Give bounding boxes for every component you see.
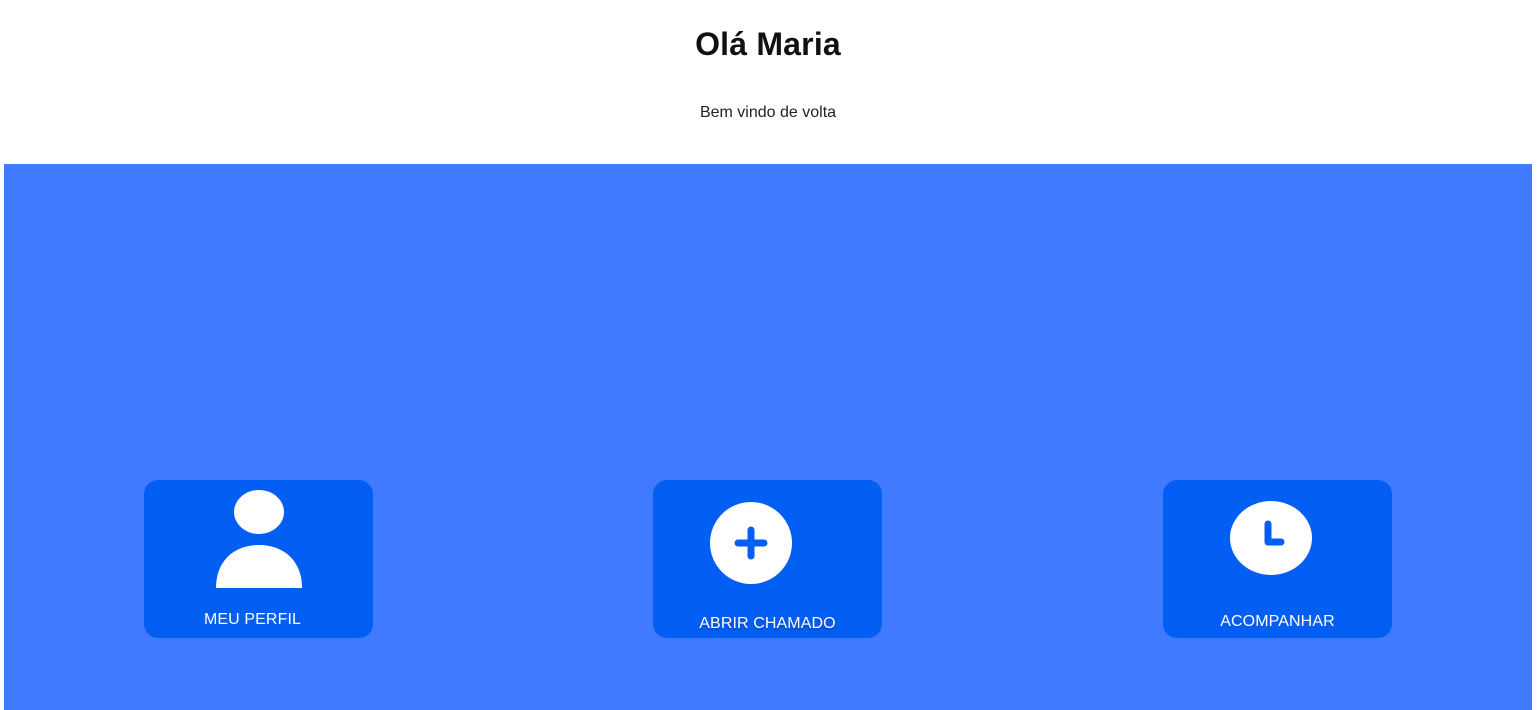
plus-circle-icon	[710, 502, 792, 584]
track-label: ACOMPANHAR	[1220, 613, 1335, 630]
my-profile-button[interactable]: MEU PERFIL	[144, 480, 373, 638]
open-ticket-label: ABRIR CHAMADO	[699, 615, 836, 632]
user-icon	[216, 490, 302, 588]
track-button[interactable]: ACOMPANHAR	[1163, 480, 1392, 638]
header: Olá Maria Bem vindo de volta	[0, 0, 1538, 164]
my-profile-label: MEU PERFIL	[203, 611, 301, 628]
main-panel: MEU PERFIL ABRIR CHAMADO ACOMPANHAR	[4, 164, 1532, 710]
page-title: Olá Maria	[695, 26, 841, 62]
page-subtitle: Bem vindo de volta	[699, 104, 837, 121]
open-ticket-button[interactable]: ABRIR CHAMADO	[653, 480, 882, 638]
clock-icon	[1230, 501, 1312, 575]
